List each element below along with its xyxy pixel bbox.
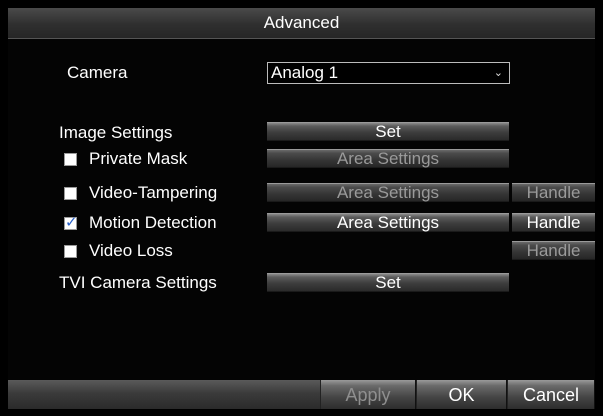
video-tampering-handle-button[interactable]: Handle (512, 183, 595, 202)
motion-detection-label: Motion Detection (89, 213, 217, 232)
motion-detection-handle-button[interactable]: Handle (512, 213, 595, 232)
video-loss-checkbox[interactable] (64, 245, 77, 258)
image-settings-label: Image Settings (59, 123, 173, 142)
video-tampering-label: Video-Tampering (89, 183, 218, 202)
video-loss-label: Video Loss (89, 241, 173, 260)
cancel-button[interactable]: Cancel (507, 380, 595, 409)
dialog-title: Advanced (8, 8, 595, 39)
apply-button[interactable]: Apply (320, 380, 416, 409)
video-tampering-area-settings-button[interactable]: Area Settings (267, 183, 509, 202)
motion-detection-area-settings-button[interactable]: Area Settings (267, 213, 509, 232)
camera-select-value: Analog 1 (271, 63, 339, 82)
tvi-camera-settings-label: TVI Camera Settings (59, 273, 217, 292)
camera-select[interactable]: Analog 1 ⌄ (267, 62, 510, 84)
dialog-footer: Apply OK Cancel (8, 380, 595, 409)
image-settings-set-button[interactable]: Set (267, 122, 509, 141)
private-mask-checkbox[interactable] (64, 153, 77, 166)
checkmark-icon: ✓ (65, 214, 78, 231)
video-loss-handle-button[interactable]: Handle (512, 241, 595, 260)
private-mask-area-settings-button[interactable]: Area Settings (267, 149, 509, 168)
chevron-down-icon: ⌄ (493, 67, 503, 79)
motion-detection-checkbox[interactable]: ✓ (64, 214, 78, 231)
advanced-dialog: Advanced Camera Analog 1 ⌄ Image Setting… (8, 8, 595, 409)
ok-button[interactable]: OK (416, 380, 507, 409)
private-mask-label: Private Mask (89, 149, 188, 168)
video-tampering-checkbox[interactable] (64, 187, 77, 200)
camera-label: Camera (67, 63, 128, 82)
tvi-camera-settings-set-button[interactable]: Set (267, 273, 509, 292)
